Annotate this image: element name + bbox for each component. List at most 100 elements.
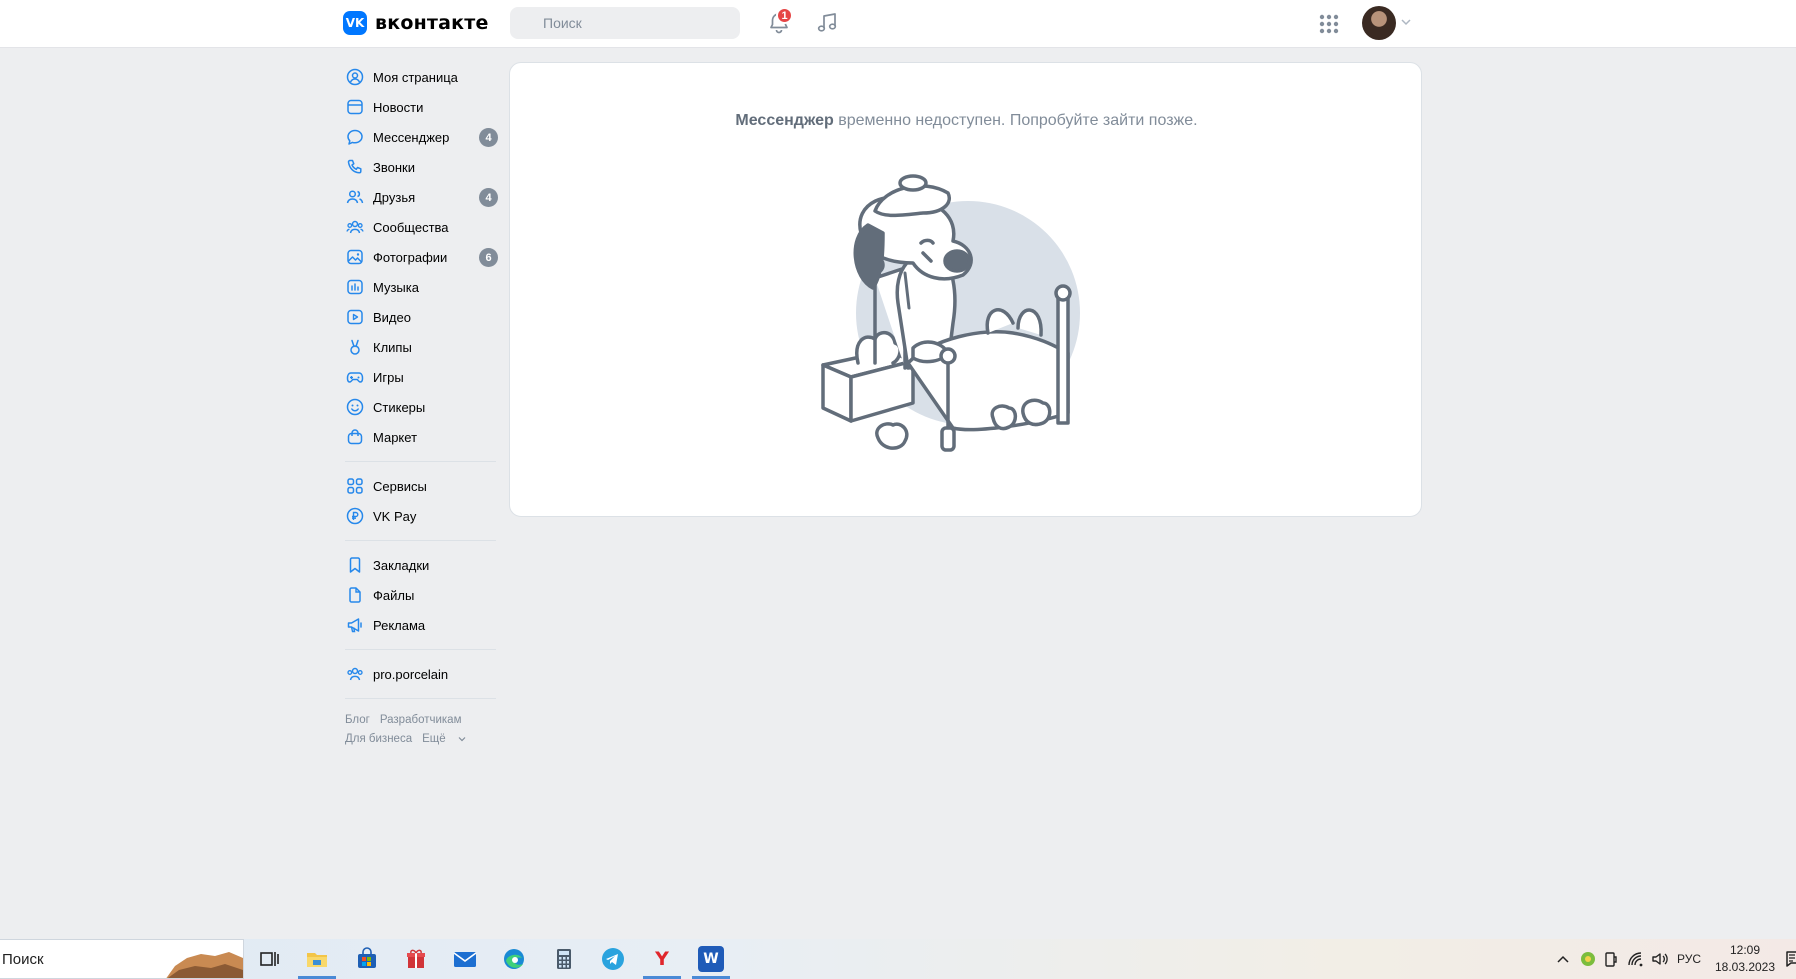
grid-icon[interactable]	[1318, 13, 1340, 35]
vk-logo-text: вконтакте	[375, 12, 489, 34]
sidebar-divider	[345, 461, 496, 462]
search-input[interactable]	[510, 7, 740, 39]
sidebar-item-files[interactable]: Файлы	[343, 580, 496, 610]
messenger-unavailable-card: Мессенджер временно недоступен. Попробуй…	[509, 62, 1422, 517]
newsfeed-icon	[347, 99, 363, 115]
groups-icon	[346, 220, 364, 234]
action-center-icon[interactable]	[1786, 950, 1796, 968]
requests-badge: 4	[479, 188, 498, 207]
chat-bubble-icon	[347, 129, 363, 145]
mail-icon[interactable]	[452, 946, 478, 972]
sick-dog-in-bed-illustration	[821, 174, 1080, 452]
groups-icon	[347, 667, 363, 681]
sidebar-item-label: Файлы	[373, 587, 415, 603]
sidebar-item-label: Мессенджер	[373, 129, 450, 145]
chevron-down-icon[interactable]	[1401, 18, 1411, 26]
footer-link-more[interactable]: Ещё	[422, 733, 466, 745]
sidebar-item-community-pro-porcelain[interactable]: pro.porcelain	[343, 659, 496, 689]
sidebar-divider	[345, 698, 496, 699]
sidebar-item-bookmarks[interactable]: Закладки	[343, 550, 496, 580]
sidebar-item-music[interactable]: Музыка	[343, 272, 496, 302]
notifications-badge: 1	[776, 7, 793, 24]
file-icon	[349, 587, 361, 603]
sidebar-item-calls[interactable]: Звонки	[343, 152, 496, 182]
sidebar-item-news[interactable]: Новости	[343, 92, 496, 122]
gift-icon[interactable]	[403, 946, 429, 972]
sidebar-item-label: Сервисы	[373, 478, 427, 494]
vkpay-icon	[346, 507, 364, 525]
sidebar-item-label: Сообщества	[373, 219, 449, 235]
gamepad-icon	[346, 372, 364, 383]
sidebar-item-my-page[interactable]: Моя страница	[343, 62, 496, 92]
device-tray-icon[interactable]	[1604, 950, 1618, 968]
task-view-icon[interactable]	[256, 946, 282, 972]
sidebar-item-messenger[interactable]: Мессенджер 4	[343, 122, 498, 152]
wifi-icon[interactable]	[1627, 951, 1645, 967]
bookmark-icon	[349, 557, 361, 573]
edge-icon[interactable]	[501, 946, 527, 972]
volume-icon[interactable]	[1651, 951, 1669, 967]
clock-time: 12:09	[1729, 943, 1761, 957]
language-indicator[interactable]: РУС	[1677, 939, 1701, 979]
top-header: VK вконтакте 1	[0, 0, 1796, 48]
sidebar-item-label: Друзья	[373, 189, 416, 205]
windows-taskbar: Поиск Y W РУС 12:09 18.03.2023	[0, 939, 1796, 979]
sidebar-item-clips[interactable]: Клипы	[343, 332, 496, 362]
music-note-icon[interactable]	[814, 10, 840, 36]
unavailable-message-bold: Мессенджер	[735, 112, 834, 129]
sidebar-item-label: Стикеры	[373, 399, 426, 415]
footer-link-blog[interactable]: Блог	[345, 714, 370, 726]
sidebar-item-label: Игры	[373, 369, 404, 385]
sidebar-item-label: Фотографии	[373, 249, 448, 265]
yandex-disk-tray-icon[interactable]	[1580, 951, 1596, 967]
sidebar-divider	[345, 649, 496, 650]
vk-logo-mark: VK	[343, 11, 367, 35]
unread-badge: 4	[479, 128, 498, 147]
word-icon[interactable]: W	[698, 946, 724, 972]
yandex-browser-icon[interactable]: Y	[649, 946, 675, 972]
sidebar-item-label: Маркет	[373, 429, 418, 445]
search-highlight-art-icon	[166, 952, 243, 978]
sidebar-item-ads[interactable]: Реклама	[343, 610, 496, 640]
sidebar-item-services[interactable]: Сервисы	[343, 471, 496, 501]
sidebar-item-market[interactable]: Маркет	[343, 422, 496, 452]
calculator-icon[interactable]	[551, 946, 577, 972]
clips-icon	[350, 339, 360, 355]
sidebar-item-friends[interactable]: Друзья 4	[343, 182, 498, 212]
chevron-down-icon	[458, 737, 466, 742]
sidebar-item-label: Клипы	[373, 339, 412, 355]
sidebar-item-label: Новости	[373, 99, 424, 115]
sidebar-item-video[interactable]: Видео	[343, 302, 496, 332]
phone-icon	[347, 159, 362, 174]
sidebar-item-label: Музыка	[373, 279, 419, 295]
footer-link-developers[interactable]: Разработчикам	[380, 714, 462, 726]
footer-link-more-label: Ещё	[422, 733, 446, 745]
chevron-up-icon[interactable]	[1557, 954, 1569, 964]
telegram-icon[interactable]	[600, 946, 626, 972]
megaphone-icon	[347, 618, 362, 633]
smile-icon	[346, 398, 364, 416]
sidebar-item-games[interactable]: Игры	[343, 362, 496, 392]
sidebar-item-stickers[interactable]: Стикеры	[343, 392, 496, 422]
bag-icon	[347, 429, 363, 445]
sidebar-item-label: VK Pay	[373, 508, 417, 524]
sidebar-item-communities[interactable]: Сообщества	[343, 212, 496, 242]
taskbar-search-box[interactable]: Поиск	[0, 939, 244, 979]
vk-logo[interactable]: VK вконтакте	[343, 11, 489, 35]
taskbar-clock[interactable]: 12:09 18.03.2023	[1710, 942, 1780, 976]
taskbar-search-text: Поиск	[2, 950, 44, 968]
video-icon	[347, 309, 363, 325]
sidebar-item-label: Звонки	[373, 159, 415, 175]
user-circle-icon	[346, 68, 364, 86]
clock-date: 18.03.2023	[1714, 960, 1776, 974]
sidebar-item-vkpay[interactable]: VK Pay	[343, 501, 496, 531]
user-avatar[interactable]	[1362, 6, 1396, 40]
footer-link-business[interactable]: Для бизнеса	[345, 733, 412, 745]
sidebar-footer: Блог Разработчикам Для бизнеса Ещё	[343, 711, 496, 749]
photo-icon	[347, 249, 363, 265]
sidebar-item-label: Видео	[373, 309, 411, 325]
store-icon[interactable]	[354, 946, 380, 972]
sidebar-divider	[345, 540, 496, 541]
sidebar-item-photos[interactable]: Фотографии 6	[343, 242, 498, 272]
file-explorer-icon[interactable]	[304, 946, 330, 972]
